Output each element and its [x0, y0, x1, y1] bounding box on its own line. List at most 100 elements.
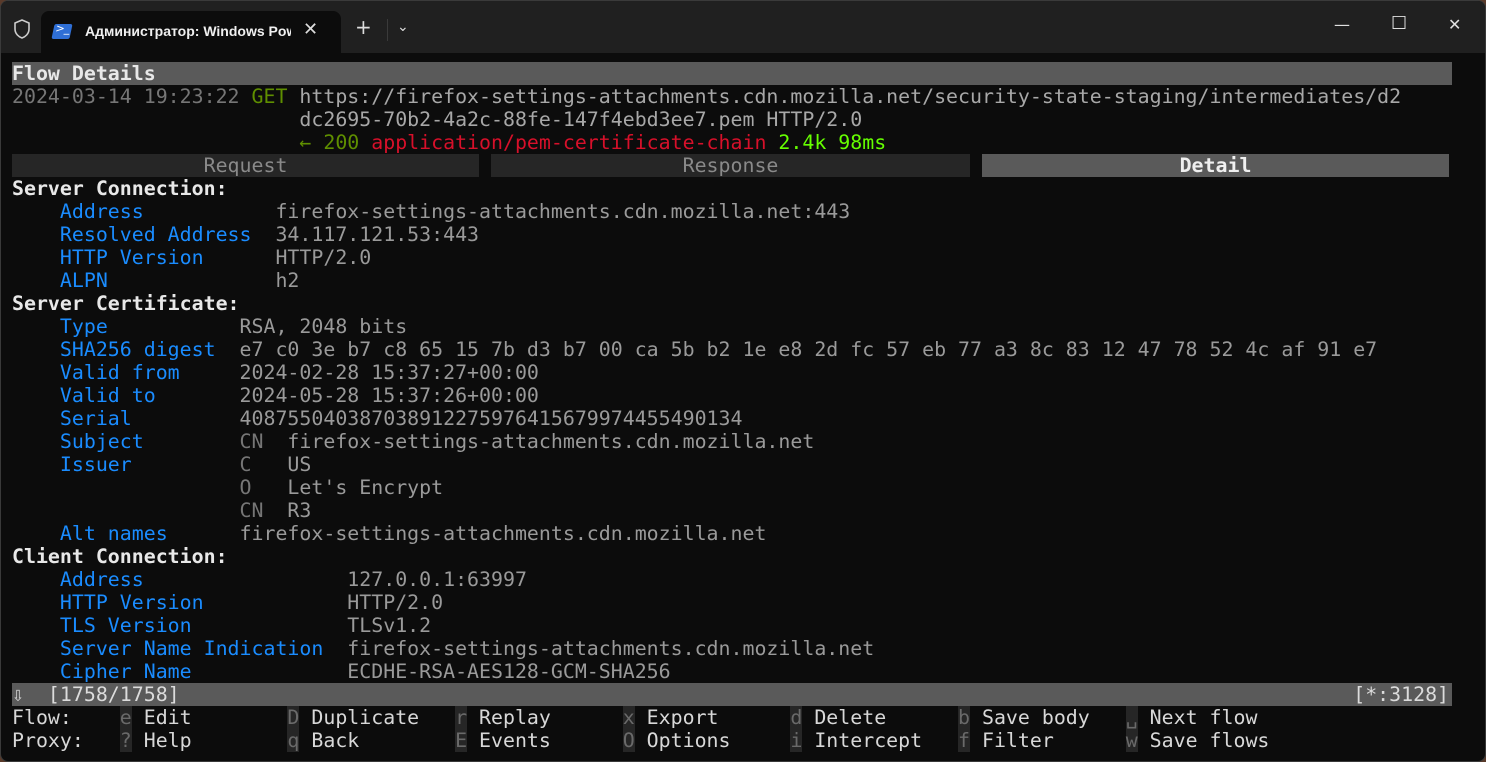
attr-label: CN [239, 430, 264, 453]
shield-icon [14, 19, 30, 39]
scroll-arrow-icon: ⇩ [12, 683, 24, 706]
field-key: HTTP Version [59, 246, 204, 269]
flow-summary-line1: 2024-03-14 19:23:22 GET https://firefox-… [12, 85, 1452, 108]
close-window-button[interactable]: ✕ [1448, 15, 1461, 34]
key-hint[interactable]: e [119, 706, 132, 729]
method: GET [251, 85, 288, 108]
field-key: Resolved Address [59, 223, 252, 246]
key-action[interactable]: Next flow [1150, 706, 1258, 729]
response-arrow-icon: ← [299, 131, 312, 154]
key-hint[interactable]: D [287, 706, 300, 729]
key-hint[interactable]: E [455, 729, 468, 752]
status-bar: ⇩ [1758/1758] [*:3128] [12, 683, 1452, 706]
key-action[interactable]: Edit [144, 706, 192, 729]
maximize-button[interactable]: ☐ [1391, 13, 1407, 34]
terminal-tab[interactable]: Администратор: Windows PowerShell ✕ [41, 11, 341, 53]
powershell-icon [51, 24, 73, 39]
url: https://firefox-settings-attachments.cdn… [299, 85, 1402, 108]
field-key: Server Name Indication [59, 637, 324, 660]
keybindings-flow: Flow: e Edit D Duplicate r Replay x Export d… [12, 706, 1452, 729]
attr-label: O [239, 476, 252, 499]
field-value: firefox-settings-attachments.cdn.mozilla… [347, 637, 875, 660]
field-value: R3 [287, 499, 312, 522]
terminal-content: Flow Details 2024-03-14 19:23:22 GET htt… [12, 62, 1476, 752]
key-action[interactable]: Help [144, 729, 192, 752]
keybindings-proxy: Proxy: ? Help q Back E Events O Options i Int… [12, 729, 1452, 752]
flow-summary-line2: dc2695-70b2-4a2c-88fe-147f4ebd3ee7.pem H… [12, 108, 1452, 131]
field-value: US [287, 453, 312, 476]
key-hint[interactable]: ␣ [1125, 706, 1138, 729]
key-hint[interactable]: f [958, 729, 971, 752]
key-hint[interactable]: i [790, 729, 803, 752]
key-action[interactable]: Save body [982, 706, 1090, 729]
key-action[interactable]: Replay [479, 706, 551, 729]
field-key: Cipher Name [59, 660, 192, 683]
key-action[interactable]: Save flows [1150, 729, 1270, 752]
url-continued: dc2695-70b2-4a2c-88fe-147f4ebd3ee7.pem H… [299, 108, 863, 131]
minimize-button[interactable]: — [1334, 15, 1350, 34]
tab-detail[interactable]: Detail [981, 154, 1450, 177]
key-hint[interactable]: O [622, 729, 635, 752]
chevron-down-icon[interactable]: ⌄ [397, 19, 409, 35]
key-action[interactable]: Delete [814, 706, 886, 729]
field-key: Valid to [59, 384, 156, 407]
field-value: HTTP/2.0 [275, 246, 372, 269]
key-hint[interactable]: q [287, 729, 300, 752]
key-hint[interactable]: w [1125, 729, 1138, 752]
close-tab-icon[interactable]: ✕ [303, 19, 318, 40]
content-type: application/pem-certificate-chain [371, 131, 767, 154]
field-value: RSA, 2048 bits [239, 315, 408, 338]
keys-flow-label: Flow: [12, 706, 72, 729]
timestamp: 2024-03-14 19:23:22 [12, 85, 240, 108]
field-key: SHA256 digest [59, 338, 216, 361]
section-client-connection: Client Connection: [12, 545, 228, 568]
terminal-window: Администратор: Windows PowerShell ✕ + ⌄ … [0, 0, 1486, 762]
key-hint[interactable]: d [790, 706, 803, 729]
response-duration: 98ms [838, 131, 887, 154]
keys-proxy-label: Proxy: [12, 729, 84, 752]
key-action[interactable]: Events [479, 729, 551, 752]
flow-response-line: ← 200 application/pem-certificate-chain … [12, 131, 1452, 154]
field-key: Type [59, 315, 108, 338]
field-value: 2024-02-28 15:37:27+00:00 [239, 361, 539, 384]
section-server-certificate: Server Certificate: [12, 292, 240, 315]
key-action[interactable]: Intercept [814, 729, 922, 752]
field-value: 4087550403870389122759764156799744554901… [239, 407, 743, 430]
divider [387, 19, 388, 41]
key-action[interactable]: Export [647, 706, 719, 729]
key-action[interactable]: Filter [982, 729, 1054, 752]
field-value: ECDHE-RSA-AES128-GCM-SHA256 [347, 660, 671, 683]
field-value: 2024-05-28 15:37:26+00:00 [239, 384, 539, 407]
tab-response[interactable]: Response [491, 154, 970, 177]
key-hint[interactable]: r [455, 706, 468, 729]
title-bar: Администратор: Windows PowerShell ✕ + ⌄ … [1, 1, 1485, 53]
field-key: Address [59, 200, 144, 223]
page-title: Flow Details [12, 62, 156, 85]
section-server-connection: Server Connection: [12, 177, 228, 200]
field-value: 34.117.121.53:443 [275, 223, 480, 246]
key-hint[interactable]: b [958, 706, 971, 729]
tab-request[interactable]: Request [12, 154, 480, 177]
field-key: ALPN [59, 269, 108, 292]
field-value: HTTP/2.0 [347, 591, 444, 614]
key-action[interactable]: Back [311, 729, 359, 752]
field-key: HTTP Version [59, 591, 204, 614]
field-value: 127.0.0.1:63997 [347, 568, 527, 591]
key-hint[interactable]: x [622, 706, 635, 729]
field-key: Alt names [59, 522, 168, 545]
key-action[interactable]: Options [647, 729, 731, 752]
field-key: Subject [59, 430, 144, 453]
new-tab-button[interactable]: + [355, 17, 372, 37]
field-value: firefox-settings-attachments.cdn.mozilla… [275, 200, 851, 223]
field-key: Valid from [59, 361, 180, 384]
field-key: Address [59, 568, 144, 591]
flow-position: [1758/1758] [47, 683, 180, 706]
field-value: Let's Encrypt [287, 476, 444, 499]
key-hint[interactable]: ? [119, 729, 132, 752]
field-key: Issuer [59, 453, 132, 476]
key-action[interactable]: Duplicate [311, 706, 419, 729]
status-code: 200 [323, 131, 360, 154]
response-size: 2.4k [778, 131, 827, 154]
field-value: e7 c0 3e b7 c8 65 15 7b d3 b7 00 ca 5b b… [239, 338, 1378, 361]
field-value: TLSv1.2 [347, 614, 432, 637]
